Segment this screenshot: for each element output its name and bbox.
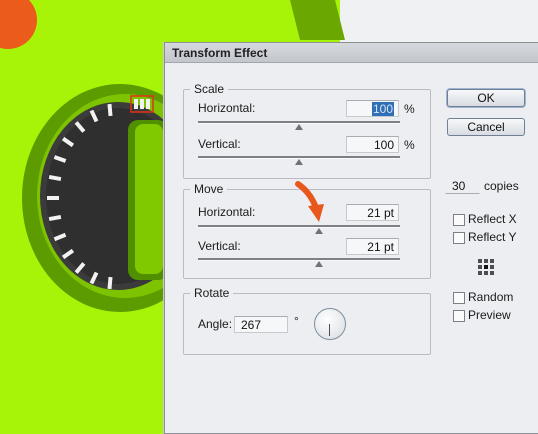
rotate-legend: Rotate (190, 286, 234, 300)
rotate-group: Rotate Angle: 267 ° (183, 286, 431, 355)
scale-vertical-slider-thumb[interactable] (295, 159, 303, 165)
move-vertical-slider[interactable] (198, 258, 400, 261)
move-legend: Move (190, 182, 228, 196)
angle-label: Angle: (198, 317, 233, 331)
preview-checkbox[interactable] (453, 310, 465, 322)
reference-point-icon[interactable] (477, 258, 494, 275)
scale-group: Scale Horizontal: 100 % Vertical: 100 % (183, 82, 431, 179)
copies-field[interactable]: 30 (445, 177, 480, 194)
dialog-titlebar[interactable]: Transform Effect (165, 43, 538, 63)
random-label[interactable]: Random (468, 290, 513, 304)
scale-horizontal-slider-thumb[interactable] (295, 124, 303, 130)
move-horizontal-label: Horizontal: (198, 205, 256, 219)
angle-field[interactable]: 267 (234, 316, 288, 333)
reflect-x-label[interactable]: Reflect X (468, 212, 517, 226)
reflect-y-label[interactable]: Reflect Y (468, 230, 516, 244)
reflect-x-checkbox[interactable] (453, 214, 465, 226)
reflect-y-checkbox[interactable] (453, 232, 465, 244)
scale-vertical-field[interactable]: 100 (346, 136, 399, 153)
angle-unit: ° (294, 314, 299, 328)
scale-vertical-unit: % (404, 138, 415, 152)
cancel-button[interactable]: Cancel (447, 118, 525, 136)
scale-vertical-label: Vertical: (198, 137, 241, 151)
preview-label[interactable]: Preview (468, 308, 511, 322)
scale-legend: Scale (190, 82, 229, 96)
scale-horizontal-unit: % (404, 102, 415, 116)
ok-button[interactable]: OK (447, 89, 525, 107)
angle-dial-icon[interactable] (314, 308, 346, 340)
move-vertical-field[interactable]: 21 pt (346, 238, 399, 255)
move-horizontal-slider-thumb[interactable] (315, 228, 323, 234)
scale-horizontal-label: Horizontal: (198, 101, 256, 115)
copies-label: copies (484, 179, 519, 193)
move-horizontal-field[interactable]: 21 pt (346, 204, 399, 221)
orange-arrow-icon (295, 181, 324, 222)
dialog-title: Transform Effect (172, 46, 268, 60)
scale-horizontal-field[interactable]: 100 (346, 100, 399, 117)
move-vertical-label: Vertical: (198, 239, 241, 253)
angle-dial-needle (329, 324, 330, 336)
transform-effect-dialog: Transform Effect Scale Horizontal: 100 %… (164, 42, 538, 434)
random-checkbox[interactable] (453, 292, 465, 304)
move-vertical-slider-thumb[interactable] (315, 261, 323, 267)
